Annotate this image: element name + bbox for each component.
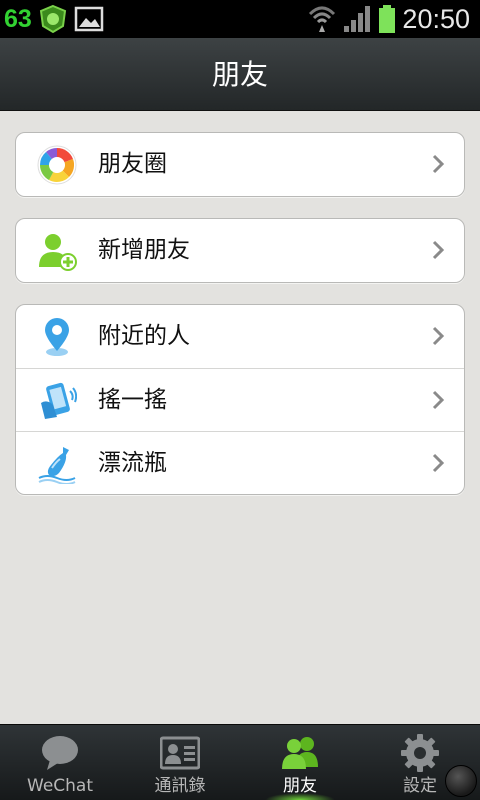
- tab-friends[interactable]: 朋友: [240, 725, 360, 800]
- list-item-label: 搖一搖: [98, 387, 167, 413]
- image-icon: [74, 6, 104, 32]
- active-tab-indicator: [265, 793, 335, 800]
- shake-phone-icon: [41, 382, 77, 419]
- status-bar: 63 20:50: [0, 0, 480, 38]
- chevron-right-icon: [432, 390, 445, 410]
- title-bar: 朋友: [0, 38, 480, 111]
- drift-bottle-icon: [38, 447, 76, 484]
- moments-group: 朋友圈: [15, 132, 465, 197]
- location-pin-icon: [45, 318, 69, 356]
- friends-icon: [282, 737, 318, 769]
- chevron-right-icon: [432, 154, 445, 174]
- list-item-label: 朋友圈: [98, 151, 167, 177]
- chevron-right-icon: [432, 240, 445, 260]
- list-item-add-friend[interactable]: 新增朋友: [16, 219, 464, 282]
- tab-wechat[interactable]: WeChat: [0, 725, 120, 800]
- signal-icon: [344, 6, 371, 32]
- tab-label: 通訊錄: [154, 776, 206, 796]
- add-friend-group: 新增朋友: [15, 218, 465, 283]
- battery-icon: [379, 5, 396, 33]
- moments-icon: [37, 145, 77, 185]
- gear-icon: [401, 734, 439, 772]
- tab-contacts[interactable]: 通訊錄: [120, 725, 240, 800]
- page-title: 朋友: [211, 58, 268, 91]
- list-item-shake[interactable]: 搖一搖: [16, 368, 464, 431]
- contacts-card-icon: [160, 736, 200, 770]
- list-item-nearby[interactable]: 附近的人: [16, 305, 464, 368]
- bottom-tab-bar: WeChat 通訊錄 朋友 設定: [0, 724, 480, 800]
- discover-group: 附近的人 搖一搖 漂流瓶: [15, 304, 465, 495]
- list-item-label: 新增朋友: [98, 237, 190, 263]
- list-item-drift-bottle[interactable]: 漂流瓶: [16, 431, 464, 494]
- list-item-moments[interactable]: 朋友圈: [16, 133, 464, 196]
- list-item-label: 附近的人: [98, 323, 190, 349]
- tab-label: WeChat: [27, 776, 93, 796]
- notification-count: 63: [4, 5, 32, 33]
- chevron-right-icon: [432, 453, 445, 473]
- clock: 20:50: [402, 4, 470, 34]
- wifi-icon: [309, 6, 336, 32]
- app-badge-icon: [39, 4, 66, 34]
- add-friend-icon: [39, 234, 77, 271]
- chevron-right-icon: [432, 326, 445, 346]
- list-item-label: 漂流瓶: [98, 450, 167, 476]
- chat-bubble-icon: [42, 736, 78, 770]
- floating-assist-button[interactable]: [445, 765, 477, 797]
